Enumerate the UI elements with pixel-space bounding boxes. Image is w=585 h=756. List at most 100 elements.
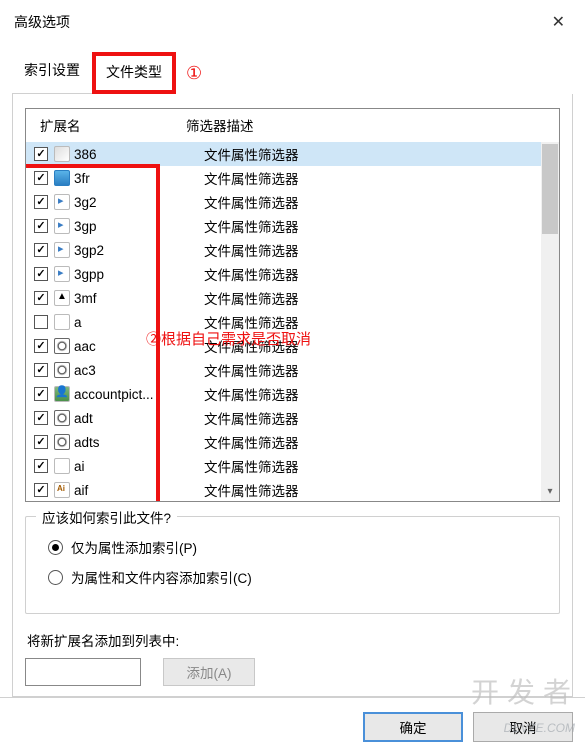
cancel-button[interactable]: 取消 — [473, 712, 573, 742]
file-type-icon — [54, 194, 70, 210]
ext-text: 3gp2 — [74, 243, 204, 258]
table-row[interactable]: 3gpp文件属性筛选器 — [26, 262, 559, 286]
table-row[interactable]: ai文件属性筛选器 — [26, 454, 559, 478]
file-type-icon — [54, 362, 70, 378]
desc-text: 文件属性筛选器 — [204, 240, 559, 260]
radio-label: 为属性和文件内容添加索引(C) — [71, 567, 252, 587]
file-type-icon — [54, 482, 70, 498]
file-type-icon — [54, 386, 70, 402]
file-type-icon — [54, 410, 70, 426]
group-title: 应该如何索引此文件? — [36, 507, 177, 527]
radio-label: 仅为属性添加索引(P) — [71, 537, 197, 557]
checkbox[interactable] — [34, 435, 48, 449]
add-button[interactable]: 添加(A) — [163, 658, 255, 686]
ext-text: 3mf — [74, 291, 204, 306]
radio-icon — [48, 570, 63, 585]
checkbox[interactable] — [34, 171, 48, 185]
desc-text: 文件属性筛选器 — [204, 192, 559, 212]
file-type-icon — [54, 266, 70, 282]
list-body[interactable]: ②根据自己需求是否取消 386文件属性筛选器3fr文件属性筛选器3g2文件属性筛… — [26, 142, 559, 501]
file-type-icon — [54, 242, 70, 258]
desc-text: 文件属性筛选器 — [204, 432, 559, 452]
ext-text: 3gp — [74, 219, 204, 234]
checkbox[interactable] — [34, 411, 48, 425]
checkbox[interactable] — [34, 243, 48, 257]
checkbox[interactable] — [34, 219, 48, 233]
desc-text: 文件属性筛选器 — [204, 288, 559, 308]
radio-properties-only[interactable]: 仅为属性添加索引(P) — [48, 537, 545, 557]
file-type-icon — [54, 170, 70, 186]
close-icon[interactable]: ✕ — [544, 8, 573, 36]
desc-text: 文件属性筛选器 — [204, 264, 559, 284]
file-type-icon — [54, 218, 70, 234]
desc-text: 文件属性筛选器 — [204, 360, 559, 380]
ext-text: 386 — [74, 147, 204, 162]
desc-text: 文件属性筛选器 — [204, 480, 559, 500]
ext-text: accountpict... — [74, 387, 204, 402]
add-ext-input[interactable] — [25, 658, 141, 686]
file-type-icon — [54, 338, 70, 354]
file-type-icon — [54, 314, 70, 330]
index-mode-group: 应该如何索引此文件? 仅为属性添加索引(P) 为属性和文件内容添加索引(C) — [25, 516, 560, 614]
tab-index-settings[interactable]: 索引设置 — [12, 52, 92, 94]
add-ext-row: 添加(A) — [25, 658, 560, 686]
panel: 扩展名 筛选器描述 ②根据自己需求是否取消 386文件属性筛选器3fr文件属性筛… — [12, 94, 573, 697]
desc-text: 文件属性筛选器 — [204, 168, 559, 188]
table-row[interactable]: aif文件属性筛选器 — [26, 478, 559, 501]
table-row[interactable]: 3fr文件属性筛选器 — [26, 166, 559, 190]
file-type-icon — [54, 290, 70, 306]
ext-text: 3fr — [74, 171, 204, 186]
table-row[interactable]: 3gp文件属性筛选器 — [26, 214, 559, 238]
scroll-down-icon[interactable]: ▾ — [541, 483, 559, 501]
radio-icon — [48, 540, 63, 555]
table-row[interactable]: 3g2文件属性筛选器 — [26, 190, 559, 214]
checkbox[interactable] — [34, 195, 48, 209]
add-ext-label: 将新扩展名添加到列表中: — [27, 630, 560, 650]
window-title: 高级选项 — [14, 12, 70, 32]
ext-text: adt — [74, 411, 204, 426]
desc-text: 文件属性筛选器 — [204, 216, 559, 236]
ext-text: ai — [74, 459, 204, 474]
ext-text: 3gpp — [74, 267, 204, 282]
dialog-buttons: 确定 取消 — [0, 697, 585, 756]
ext-text: aif — [74, 483, 204, 498]
checkbox[interactable] — [34, 459, 48, 473]
scrollbar[interactable]: ▴ ▾ — [541, 142, 559, 501]
ok-button[interactable]: 确定 — [363, 712, 463, 742]
list-header: 扩展名 筛选器描述 — [26, 109, 559, 142]
file-type-icon — [54, 146, 70, 162]
desc-text: 文件属性筛选器 — [204, 456, 559, 476]
checkbox[interactable] — [34, 483, 48, 497]
table-row[interactable]: 386文件属性筛选器 — [26, 142, 559, 166]
checkbox[interactable] — [34, 363, 48, 377]
radio-properties-and-content[interactable]: 为属性和文件内容添加索引(C) — [48, 567, 545, 587]
checkbox[interactable] — [34, 267, 48, 281]
desc-text: 文件属性筛选器 — [204, 408, 559, 428]
table-row[interactable]: 3mf文件属性筛选器 — [26, 286, 559, 310]
ext-text: ac3 — [74, 363, 204, 378]
header-desc[interactable]: 筛选器描述 — [186, 115, 551, 135]
desc-text: 文件属性筛选器 — [204, 144, 559, 164]
table-row[interactable]: adts文件属性筛选器 — [26, 430, 559, 454]
table-row[interactable]: 3gp2文件属性筛选器 — [26, 238, 559, 262]
header-ext[interactable]: 扩展名 — [34, 115, 186, 135]
file-type-icon — [54, 434, 70, 450]
annotation-2: ②根据自己需求是否取消 — [146, 328, 311, 349]
table-row[interactable]: ac3文件属性筛选器 — [26, 358, 559, 382]
checkbox[interactable] — [34, 339, 48, 353]
checkbox[interactable] — [34, 291, 48, 305]
table-row[interactable]: accountpict...文件属性筛选器 — [26, 382, 559, 406]
desc-text: 文件属性筛选器 — [204, 384, 559, 404]
file-type-list: 扩展名 筛选器描述 ②根据自己需求是否取消 386文件属性筛选器3fr文件属性筛… — [25, 108, 560, 502]
annotation-1: ① — [186, 63, 202, 84]
titlebar: 高级选项 ✕ — [0, 0, 585, 44]
file-type-icon — [54, 458, 70, 474]
tab-file-types[interactable]: 文件类型 — [92, 52, 176, 94]
checkbox[interactable] — [34, 147, 48, 161]
checkbox[interactable] — [34, 315, 48, 329]
table-row[interactable]: adt文件属性筛选器 — [26, 406, 559, 430]
checkbox[interactable] — [34, 387, 48, 401]
ext-text: adts — [74, 435, 204, 450]
scroll-thumb[interactable] — [542, 144, 558, 234]
ext-text: 3g2 — [74, 195, 204, 210]
